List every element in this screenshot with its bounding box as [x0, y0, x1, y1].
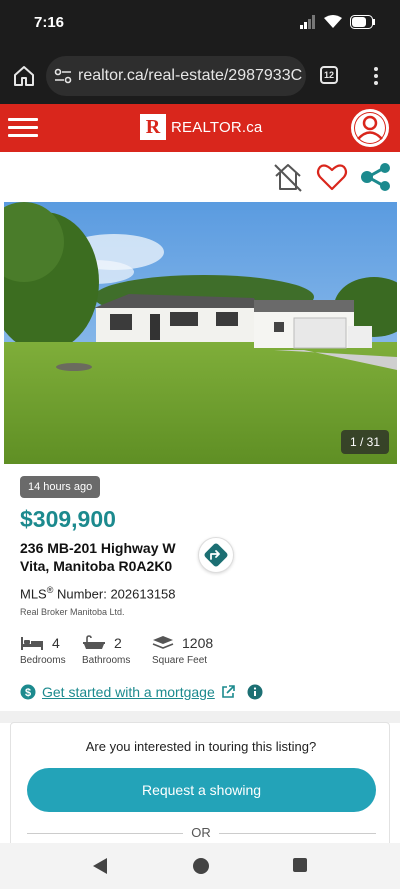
bathrooms-value: 2 — [114, 635, 122, 651]
square-feet-icon — [152, 636, 174, 649]
more-options-icon[interactable] — [370, 66, 382, 86]
directions-icon — [204, 543, 228, 567]
realtor-logo[interactable]: R REALTOR.ca — [140, 114, 262, 140]
recents-icon[interactable] — [292, 857, 308, 873]
tour-question: Are you interested in touring this listi… — [85, 739, 317, 754]
photo-counter: 1 / 31 — [340, 430, 389, 454]
listing-actions — [0, 152, 400, 202]
status-icons — [300, 15, 376, 29]
back-icon[interactable] — [92, 857, 108, 875]
logo-text: REALTOR.ca — [171, 118, 263, 136]
mls-number: MLS® Number: 202613158 — [20, 585, 176, 601]
listing-photo[interactable]: 1 / 31 — [4, 202, 397, 464]
external-link-icon[interactable] — [221, 685, 235, 699]
bathtub-icon — [83, 635, 105, 649]
account-icon[interactable] — [350, 108, 390, 148]
share-icon[interactable] — [360, 162, 392, 192]
brokerage-name: Real Broker Manitoba Ltd. — [20, 607, 125, 617]
posted-time-badge: 14 hours ago — [20, 476, 101, 498]
mls-value: Number: 202613158 — [53, 586, 176, 602]
stat-square-feet: 1208 Square Feet — [152, 635, 213, 666]
tour-card: Are you interested in touring this listi… — [10, 722, 390, 852]
site-header: R REALTOR.ca — [0, 104, 400, 152]
bedrooms-label: Bedrooms — [20, 655, 66, 666]
hide-listing-icon[interactable] — [272, 162, 304, 192]
address-line-1: 236 MB-201 Highway W — [20, 540, 176, 556]
directions-button[interactable] — [198, 537, 234, 573]
favorite-heart-icon[interactable] — [316, 162, 348, 192]
home-button-icon[interactable] — [192, 857, 210, 875]
mortgage-row: $ Get started with a mortgage — [20, 684, 263, 700]
status-time: 7:16 — [34, 14, 65, 31]
mls-prefix: MLS — [20, 586, 47, 602]
home-icon[interactable] — [12, 64, 36, 88]
status-bar: 7:16 — [0, 0, 400, 48]
house-photo-illustration — [4, 202, 397, 464]
hamburger-menu-icon[interactable] — [8, 114, 40, 142]
or-label: OR — [183, 825, 219, 840]
address-line-2: Vita, Manitoba R0A2K0 — [20, 558, 173, 574]
tab-switcher-button[interactable]: 12 — [320, 66, 338, 84]
signal-icon — [300, 15, 315, 29]
browser-toolbar: realtor.ca/real-estate/2987933C — [0, 48, 400, 104]
url-text: realtor.ca/real-estate/2987933C — [78, 67, 303, 84]
info-icon[interactable] — [247, 684, 263, 700]
bedrooms-value: 4 — [52, 635, 60, 651]
site-settings-icon[interactable] — [54, 68, 72, 84]
battery-icon — [350, 15, 375, 29]
square-feet-value: 1208 — [182, 635, 214, 651]
listing-price: $309,900 — [20, 506, 116, 532]
bed-icon — [21, 637, 43, 650]
address-bar[interactable]: realtor.ca/real-estate/2987933C — [46, 56, 306, 96]
square-feet-label: Square Feet — [152, 655, 208, 666]
mortgage-link[interactable]: Get started with a mortgage — [42, 684, 215, 700]
stat-bathrooms: 2 Bathrooms — [82, 635, 130, 666]
logo-mark: R — [140, 114, 166, 140]
request-showing-button[interactable]: Request a showing — [27, 768, 376, 812]
wifi-icon — [324, 15, 342, 28]
dollar-icon: $ — [20, 684, 36, 700]
system-navigation-bar — [0, 843, 400, 889]
bathrooms-label: Bathrooms — [82, 655, 131, 666]
svg-text:$: $ — [25, 687, 31, 699]
stat-bedrooms: 4 Bedrooms — [20, 635, 66, 666]
